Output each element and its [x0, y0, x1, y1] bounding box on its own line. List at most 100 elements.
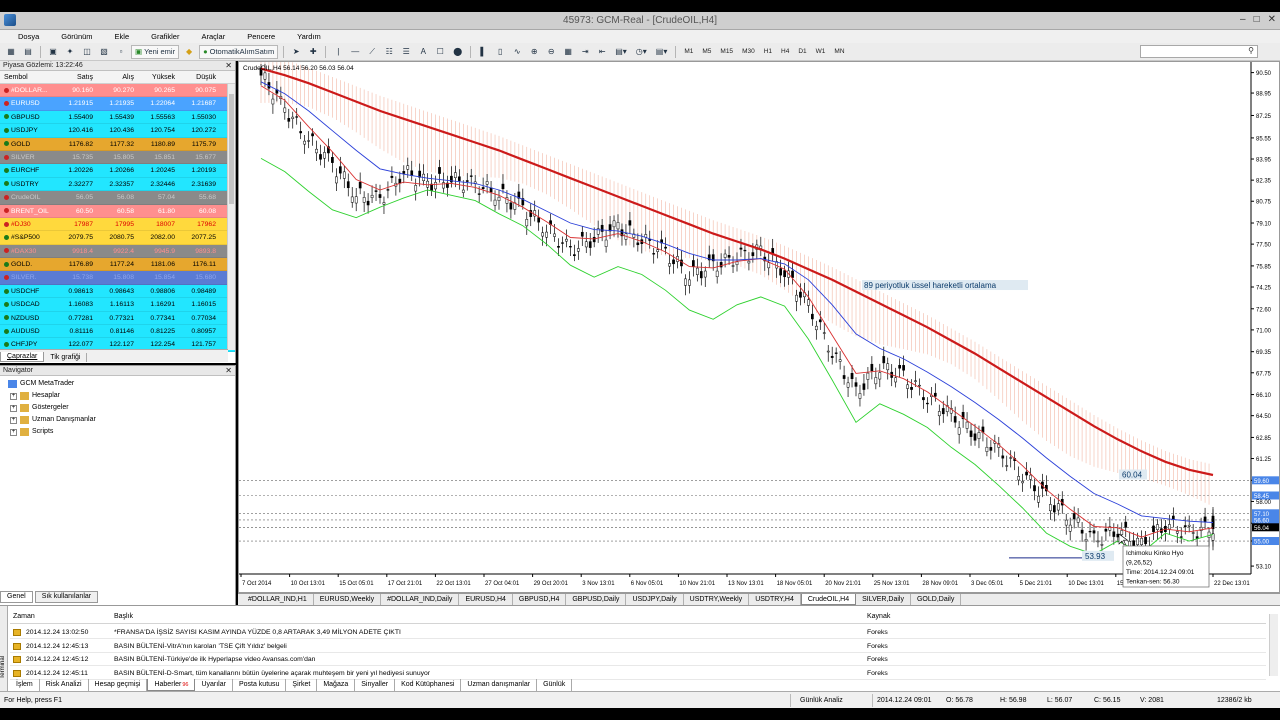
menu-window[interactable]: Pencere [233, 32, 283, 41]
expand-icon[interactable]: + [10, 416, 17, 424]
terminal-tab[interactable]: İşlem [10, 679, 40, 691]
periods-icon[interactable]: ◷▾ [633, 45, 650, 59]
col-ask[interactable]: Alış [97, 71, 138, 83]
terminal-tab[interactable]: Posta kutusu [233, 679, 287, 691]
metaeditor-icon[interactable]: ◆ [182, 45, 196, 59]
menu-help[interactable]: Yardım [283, 32, 329, 41]
new-chart-icon[interactable]: ▦ [4, 45, 18, 59]
timeframe-mn[interactable]: MN [831, 45, 847, 59]
market-watch-row[interactable]: #DJ30 17987 17995 18007 17962 [0, 217, 235, 232]
chart-tab[interactable]: GBPUSD,Daily [566, 594, 627, 605]
market-watch-row[interactable]: #DAX30 9918.4 9922.4 9945.9 9893.8 [0, 244, 235, 259]
col-low[interactable]: Düşük [179, 71, 220, 83]
timeframe-h1[interactable]: H1 [761, 45, 775, 59]
menu-insert[interactable]: Ekle [101, 32, 138, 41]
nav-expert-advisors[interactable]: + Uzman Danışmanlar [0, 414, 235, 426]
horizontal-line-icon[interactable]: — [348, 45, 362, 59]
chart-tab[interactable]: USDTRY,Weekly [684, 594, 750, 605]
bar-chart-icon[interactable]: ▌ [476, 45, 490, 59]
market-watch-row[interactable]: GBPUSD 1.55409 1.55439 1.55563 1.55030 [0, 110, 235, 125]
market-watch-row[interactable]: SILVER. 15.738 15.808 15.854 15.680 [0, 271, 235, 285]
market-watch-row[interactable]: NZDUSD 0.77281 0.77321 0.77341 0.77034 [0, 311, 235, 326]
chart-tab[interactable]: CrudeOIL,H4 [800, 594, 857, 605]
terminal-tab[interactable]: Günlük [537, 679, 573, 691]
market-watch-row[interactable]: USDJPY 120.416 120.436 120.754 120.272 [0, 124, 235, 138]
close-icon[interactable]: ✕ [225, 61, 232, 71]
text-tool-icon[interactable]: A [416, 45, 430, 59]
chart-canvas[interactable]: 90.50 88.95 87.25 85.55 83.95 82.35 80.75 79.10… [239, 62, 1279, 592]
terminal-tab[interactable]: Mağaza [317, 679, 356, 691]
navigator-icon[interactable]: ◫ [80, 45, 94, 59]
auto-scroll-icon[interactable]: ⇥ [578, 45, 592, 59]
close-icon[interactable]: ✕ [1268, 14, 1276, 25]
menu-charts[interactable]: Grafikler [137, 32, 187, 41]
col-title[interactable]: Başlık [114, 613, 133, 620]
cursor-icon[interactable]: ➤ [289, 45, 303, 59]
chart-tab[interactable]: GOLD,Daily [911, 594, 962, 605]
scrollbar-thumb[interactable] [229, 94, 234, 204]
timeframe-d1[interactable]: D1 [795, 45, 809, 59]
profiles-icon[interactable]: ▤ [21, 45, 35, 59]
tester-icon[interactable]: ▫ [114, 45, 128, 59]
maximize-icon[interactable]: □ [1254, 14, 1260, 25]
terminal-tab[interactable]: Kod Kütüphanesi [395, 679, 462, 691]
zoom-out-icon[interactable]: ⊖ [544, 45, 558, 59]
terminal-icon[interactable]: ▧ [97, 45, 111, 59]
minimize-icon[interactable]: – [1240, 14, 1246, 25]
col-source[interactable]: Kaynak [867, 613, 890, 620]
search-input[interactable]: ⚲ [1140, 45, 1258, 58]
timeframe-m30[interactable]: M30 [739, 45, 758, 59]
market-watch-row[interactable]: GOLD. 1176.89 1177.24 1181.06 1176.11 [0, 258, 235, 272]
shapes-icon[interactable]: ⬤ [450, 45, 465, 59]
col-bid[interactable]: Satış [56, 71, 97, 83]
terminal-tab[interactable]: Uyarılar [195, 679, 233, 691]
terminal-tab[interactable]: Şirket [286, 679, 318, 691]
chart-tab[interactable]: SILVER,Daily [856, 594, 911, 605]
chart-tab[interactable]: USDTRY,H4 [749, 594, 801, 605]
terminal-tab[interactable]: Hesap geçmişi [89, 679, 148, 691]
news-row[interactable]: 2014.12.24 12:45:13 BASIN BÜLTENİ-VitrA'n… [10, 640, 1266, 653]
terminal-scrollbar[interactable] [1269, 614, 1278, 676]
tab-tick-chart[interactable]: Tik grafiği [44, 353, 88, 362]
new-order-button[interactable]: ▣ Yeni emir [131, 44, 180, 59]
terminal-tab[interactable]: Haberler96 [147, 679, 196, 691]
menu-view[interactable]: Görünüm [47, 32, 100, 41]
chart-tab[interactable]: EURUSD,Weekly [314, 594, 382, 605]
timeframe-m5[interactable]: M5 [699, 45, 714, 59]
news-row[interactable]: 2014.12.24 12:45:12 BASIN BÜLTENİ-Türkiye… [10, 653, 1266, 666]
vertical-line-icon[interactable]: | [331, 45, 345, 59]
zoom-in-icon[interactable]: ⊕ [527, 45, 541, 59]
chart-tab[interactable]: GBPUSD,H4 [513, 594, 567, 605]
timeframe-m15[interactable]: M15 [717, 45, 736, 59]
line-chart-icon[interactable]: ∿ [510, 45, 524, 59]
chart-tab[interactable]: USDJPY,Daily [626, 594, 684, 605]
status-profile[interactable]: Günlük Analiz [800, 692, 843, 709]
nav-scripts[interactable]: + Scripts [0, 426, 235, 438]
market-watch-row[interactable]: EURUSD 1.21915 1.21935 1.22064 1.21687 [0, 97, 235, 111]
col-time[interactable]: Zaman [13, 613, 35, 620]
menu-file[interactable]: Dosya [4, 32, 47, 41]
expand-icon[interactable]: + [10, 404, 17, 412]
tile-windows-icon[interactable]: ▦ [561, 45, 575, 59]
col-high[interactable]: Yüksek [138, 71, 179, 83]
chart-tab[interactable]: #DOLLAR_IND,Daily [381, 594, 460, 605]
auto-trading-button[interactable]: ● OtomatikAlımSatım [199, 44, 279, 59]
menu-tools[interactable]: Araçlar [187, 32, 233, 41]
nav-indicators[interactable]: + Göstergeler [0, 402, 235, 414]
nav-root[interactable]: GCM MetaTrader [0, 378, 235, 390]
price-chart[interactable]: 90.50 88.95 87.25 85.55 83.95 82.35 80.75 79.10… [238, 61, 1280, 593]
expand-icon[interactable]: + [10, 428, 17, 436]
search-icon[interactable]: ⚲ [1248, 46, 1254, 55]
trendline-icon[interactable]: ⟋ [365, 45, 379, 59]
tab-favorites[interactable]: Sık kullanılanlar [34, 591, 99, 603]
crosshair-icon[interactable]: ✚ [306, 45, 320, 59]
terminal-tab[interactable]: Risk Analizi [40, 679, 89, 691]
candle-chart-icon[interactable]: ▯ [493, 45, 507, 59]
close-icon[interactable]: ✕ [225, 366, 232, 376]
chart-tab[interactable]: #DOLLAR_IND,H1 [242, 594, 314, 605]
timeframe-w1[interactable]: W1 [813, 45, 829, 59]
market-watch-row[interactable]: USDCHF 0.98613 0.98643 0.98806 0.98489 [0, 284, 235, 299]
market-watch-scrollbar[interactable] [227, 84, 235, 350]
tab-symbols[interactable]: Çaprazlar [0, 352, 45, 362]
market-watch-row[interactable]: #DOLLAR... 90.160 90.270 90.265 90.075 [0, 84, 235, 98]
